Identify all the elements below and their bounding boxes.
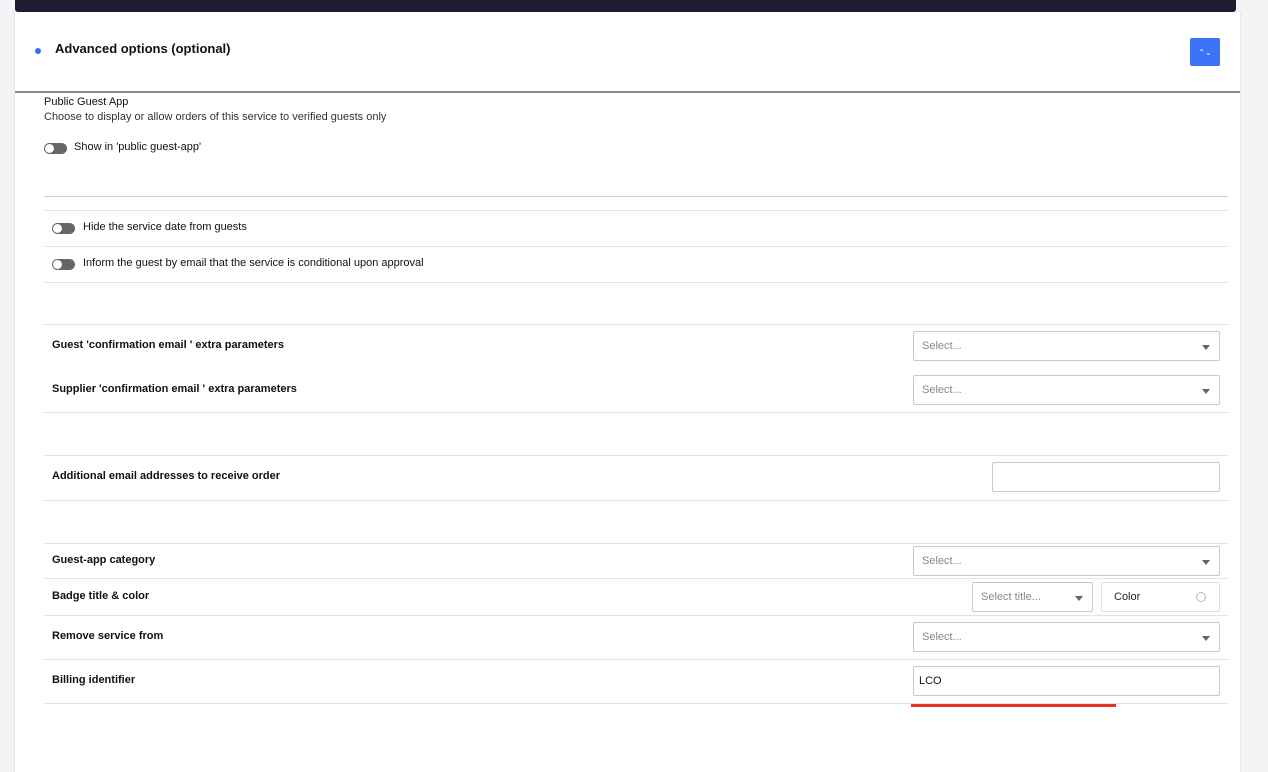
billing-identifier-label: Billing identifier xyxy=(52,674,136,686)
divider xyxy=(44,659,1228,660)
caret-down-icon xyxy=(1075,596,1083,601)
public-guest-app-heading: Public Guest App xyxy=(44,96,129,108)
hide-date-label: Hide the service date from guests xyxy=(83,221,247,233)
highlight-underline xyxy=(911,704,1116,707)
header-divider xyxy=(15,91,1240,93)
remove-service-label: Remove service from xyxy=(52,630,164,642)
color-label: Color xyxy=(1114,591,1141,603)
divider xyxy=(44,578,1228,579)
chevron-up-down-icon: ⌃⌄ xyxy=(1198,47,1212,57)
supplier-confirmation-label: Supplier 'confirmation email ' extra par… xyxy=(52,383,297,395)
badge-title-color-label: Badge title & color xyxy=(52,590,150,602)
divider xyxy=(44,412,1228,413)
caret-down-icon xyxy=(1202,636,1210,641)
collapse-toggle-button[interactable]: ⌃⌄ xyxy=(1190,38,1220,66)
select-placeholder: Select... xyxy=(922,631,962,643)
guest-confirmation-label: Guest 'confirmation email ' extra parame… xyxy=(52,339,285,351)
inform-guest-toggle[interactable] xyxy=(52,259,75,270)
additional-emails-label: Additional email addresses to receive or… xyxy=(52,470,281,482)
guest-app-category-select[interactable]: Select... xyxy=(913,546,1220,576)
caret-down-icon xyxy=(1202,345,1210,350)
badge-title-select[interactable]: Select title... xyxy=(972,582,1093,612)
divider xyxy=(44,455,1228,456)
caret-down-icon xyxy=(1202,560,1210,565)
billing-identifier-input[interactable] xyxy=(913,666,1220,696)
badge-color-picker[interactable]: Color xyxy=(1101,582,1220,612)
advanced-options-header[interactable]: Advanced options (optional) ⌃⌄ xyxy=(15,12,1240,92)
inform-guest-label: Inform the guest by email that the servi… xyxy=(83,257,424,269)
public-guest-app-toggle[interactable] xyxy=(44,143,67,154)
additional-emails-input[interactable] xyxy=(992,462,1220,492)
guest-confirmation-select[interactable]: Select... xyxy=(913,331,1220,361)
select-placeholder: Select... xyxy=(922,555,962,567)
divider xyxy=(44,543,1228,544)
guest-app-category-label: Guest-app category xyxy=(52,554,156,566)
hide-date-toggle[interactable] xyxy=(52,223,75,234)
divider xyxy=(44,196,1228,197)
section-title: Advanced options (optional) xyxy=(55,41,231,56)
remove-service-select[interactable]: Select... xyxy=(913,622,1220,652)
caret-down-icon xyxy=(1202,389,1210,394)
divider xyxy=(44,500,1228,501)
select-placeholder: Select... xyxy=(922,340,962,352)
divider xyxy=(44,615,1228,616)
divider xyxy=(44,324,1228,325)
divider xyxy=(44,282,1228,283)
public-guest-app-toggle-label: Show in 'public guest-app' xyxy=(74,141,202,153)
public-guest-app-description: Choose to display or allow orders of thi… xyxy=(44,111,387,123)
section-bullet-icon xyxy=(35,48,41,54)
select-placeholder: Select title... xyxy=(981,591,1041,603)
color-swatch-icon xyxy=(1196,592,1206,602)
divider xyxy=(44,703,1228,704)
top-bar xyxy=(15,0,1236,12)
select-placeholder: Select... xyxy=(922,384,962,396)
supplier-confirmation-select[interactable]: Select... xyxy=(913,375,1220,405)
divider xyxy=(44,210,1228,211)
divider xyxy=(44,246,1228,247)
